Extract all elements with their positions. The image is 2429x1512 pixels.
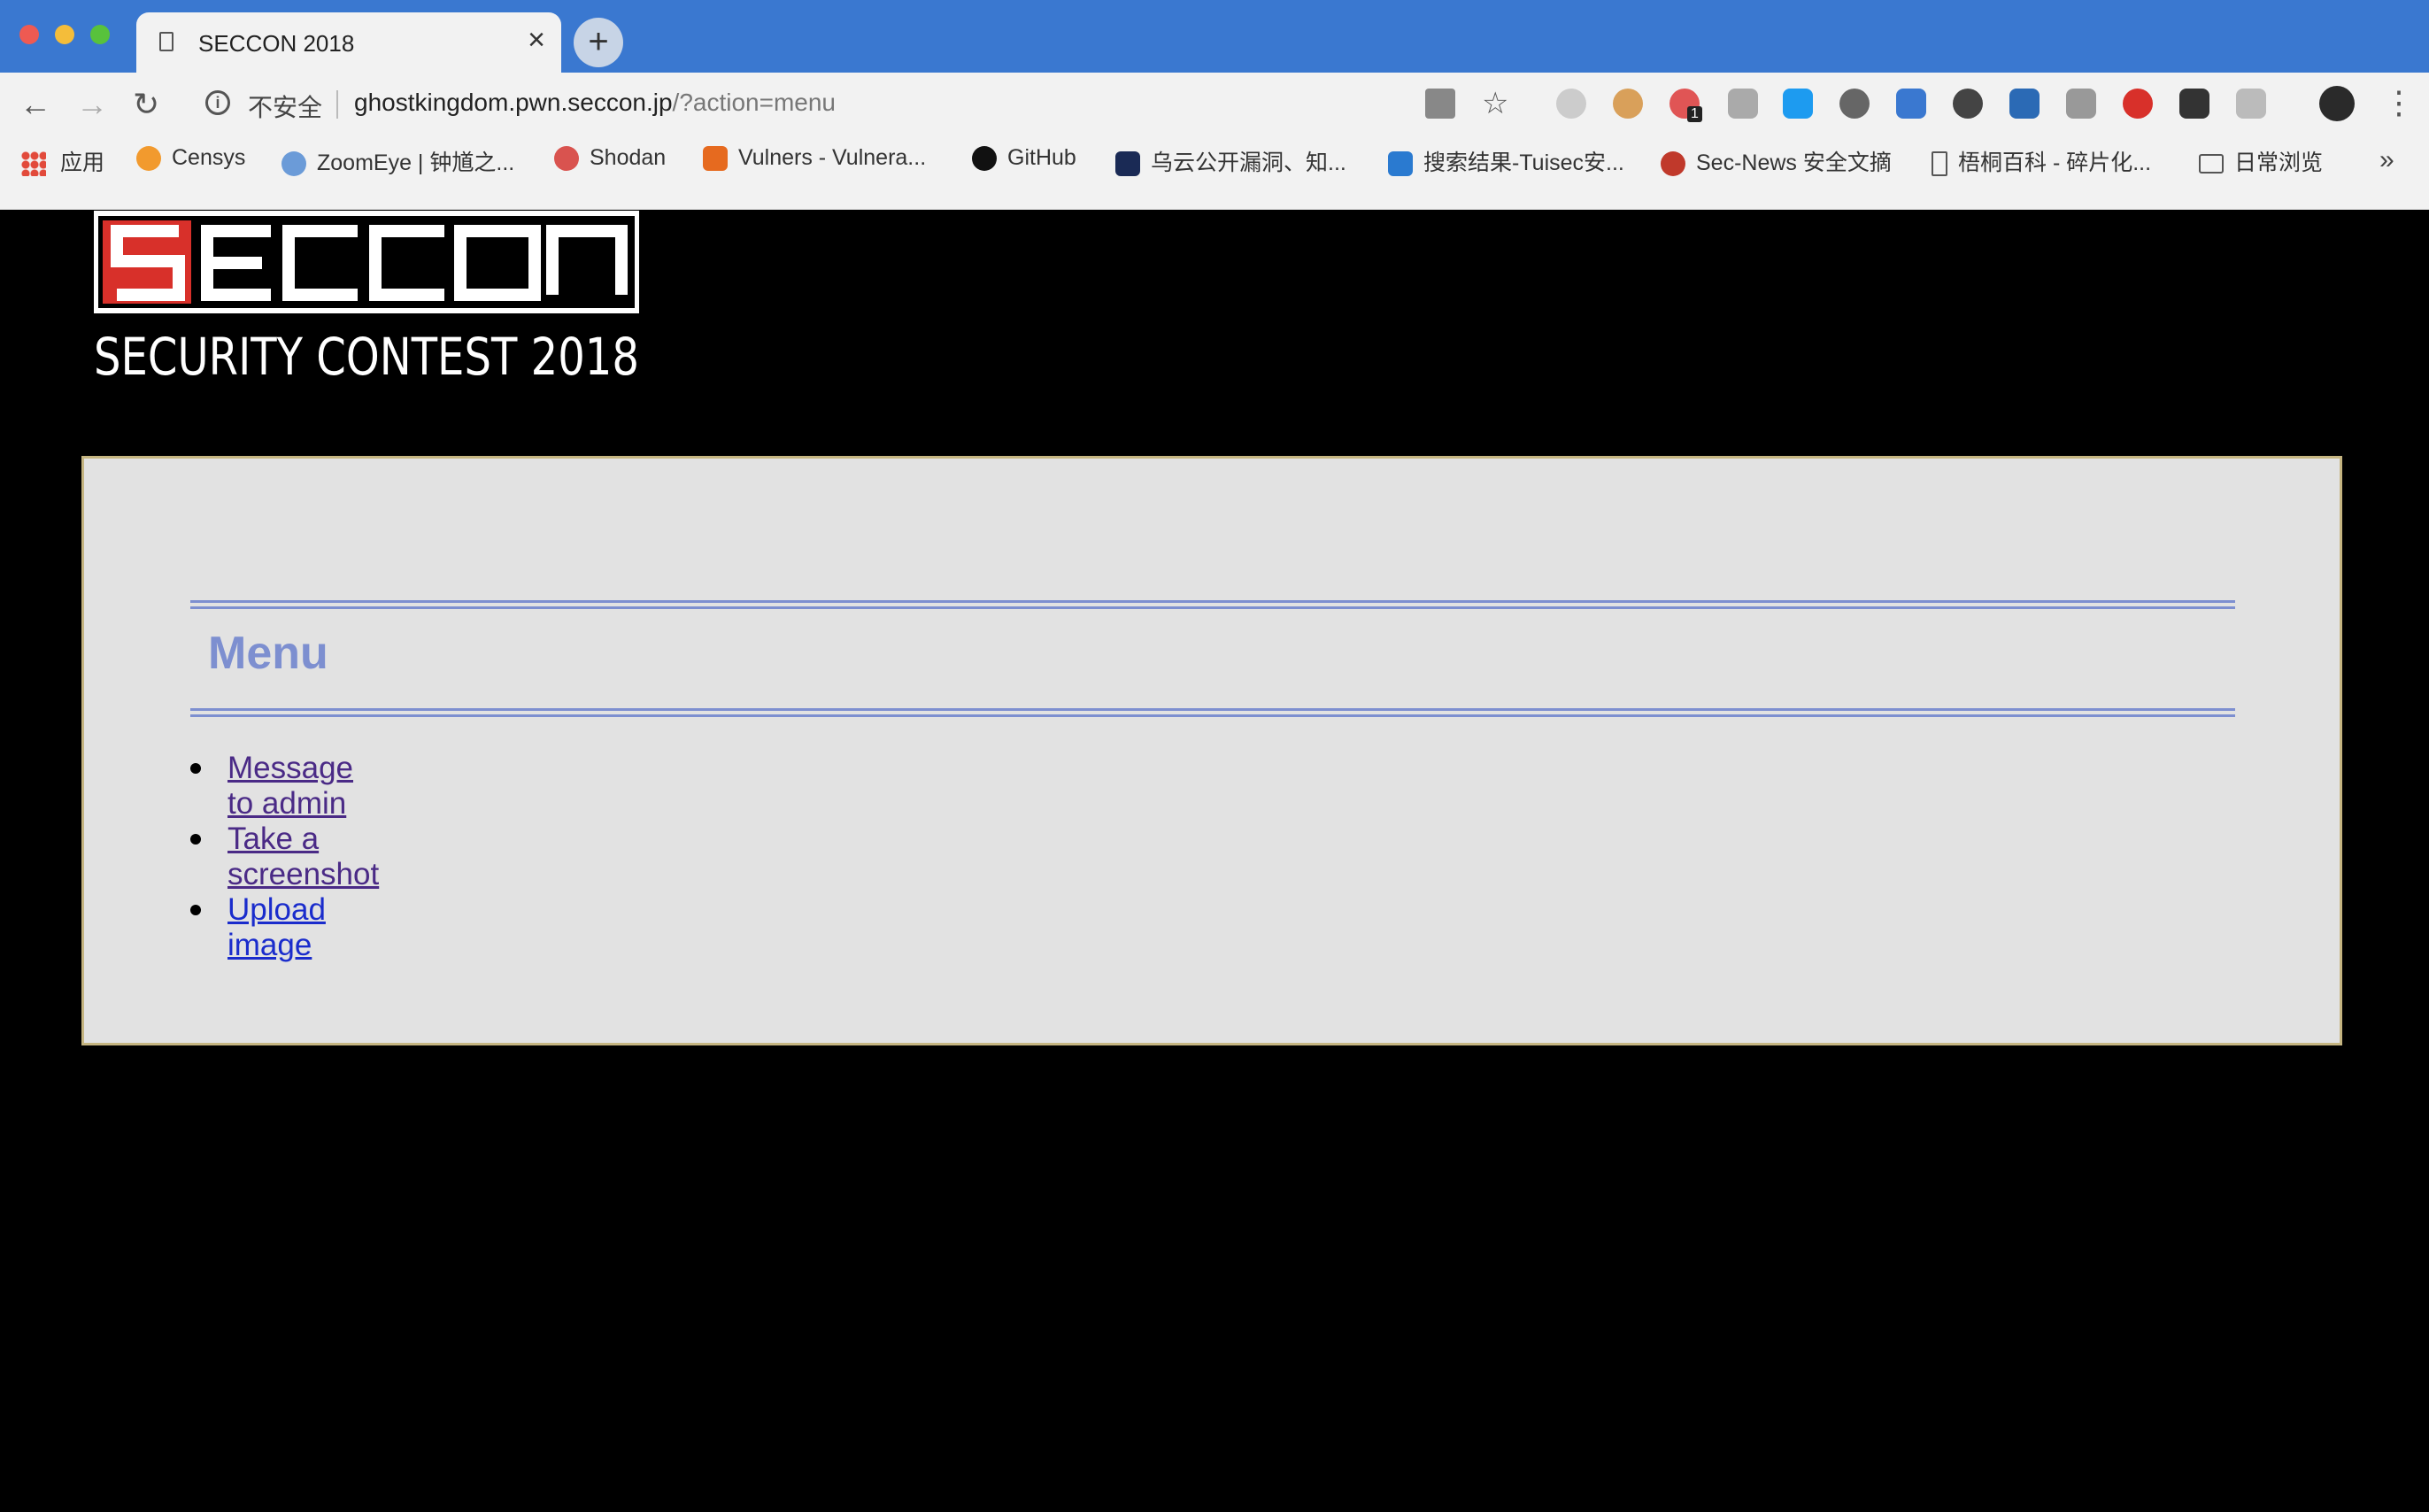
lambda-extension-icon[interactable] [2009, 89, 2040, 119]
bookmark-wooyun[interactable]: 乌云公开漏洞、知... [1115, 145, 1346, 177]
shodan-icon [554, 146, 579, 172]
back-button[interactable]: ← [19, 89, 51, 120]
info-icon[interactable]: i [205, 90, 230, 115]
bookmark-label: 应用 [60, 150, 105, 175]
maximize-window-button[interactable] [90, 25, 110, 44]
bookmark-secnews[interactable]: Sec-News 安全文摘 [1661, 145, 1892, 177]
cat-extension-icon[interactable] [1839, 89, 1870, 119]
tuisec-icon [1388, 151, 1413, 177]
translate-icon[interactable] [1425, 89, 1455, 119]
bookmark-github[interactable]: GitHub [972, 145, 1076, 172]
seccon-logo: SECURITY CONTEST 2018 [94, 211, 639, 387]
wooyun-icon [1115, 151, 1140, 177]
bookmark-wutong[interactable]: 梧桐百科 - 碎片化... [1932, 145, 2151, 177]
browser-title-bar: SECCON 2018 × + [0, 0, 2429, 73]
browser-toolbar: ← → ↻ i 不安全 ghostkingdom.pwn.seccon.jp/?… [0, 73, 2429, 210]
twitter-extension-icon[interactable] [1783, 89, 1813, 119]
hat-extension-icon[interactable] [1896, 89, 1926, 119]
address-separator [336, 90, 338, 119]
cookie-extension-icon[interactable] [1613, 89, 1643, 119]
url-host: ghostkingdom.pwn.seccon.jp [354, 89, 673, 116]
heading-top-rule [190, 600, 2235, 609]
avatar[interactable] [2319, 86, 2355, 121]
heading-bottom-rule [190, 708, 2235, 717]
bookmark-star-icon[interactable]: ☆ [1482, 89, 1508, 119]
address-bar[interactable]: ghostkingdom.pwn.seccon.jp/?action=menu [354, 89, 836, 117]
bookmark-label: 搜索结果-Tuisec安... [1423, 150, 1624, 175]
menu-panel: Menu Message to admin Take a screenshot … [81, 456, 2342, 1045]
bookmark-vulners[interactable]: Vulners - Vulnera... [703, 145, 927, 172]
bookmark-label: Sec-News 安全文摘 [1696, 150, 1892, 175]
extension-badge: 1 [1687, 106, 1702, 122]
vulners-icon [703, 146, 728, 172]
page-icon [1932, 151, 1947, 177]
bookmark-zoomeye[interactable]: ZoomEye | 钟馗之... [281, 145, 514, 177]
page-icon [159, 32, 174, 51]
tab-close-icon[interactable]: × [528, 25, 545, 55]
bullet-icon [190, 834, 201, 845]
bookmark-censys[interactable]: Censys [136, 145, 246, 172]
censys-icon [136, 146, 161, 172]
browser-tab[interactable]: SECCON 2018 × [136, 12, 561, 73]
bookmark-folder-daily[interactable]: 日常浏览 [2199, 145, 2323, 177]
bookmark-label: GitHub [1007, 145, 1076, 170]
bookmark-apps[interactable]: 应用 [21, 145, 104, 177]
adblock-extension-icon[interactable] [2123, 89, 2153, 119]
vue-extension-icon[interactable] [1728, 89, 1758, 119]
message-to-admin-link[interactable]: Message to admin [227, 751, 353, 822]
spheres-extension-icon[interactable] [1953, 89, 1983, 119]
security-label[interactable]: 不安全 [248, 89, 322, 124]
globe-extension-icon[interactable] [1556, 89, 1586, 119]
bookmark-label: Shodan [590, 145, 667, 170]
bullet-icon [190, 763, 201, 774]
upload-image-link[interactable]: Upload image [227, 892, 326, 963]
new-tab-button[interactable]: + [574, 18, 623, 67]
bullet-icon [190, 905, 201, 915]
bookmark-label: ZoomEye | 钟馗之... [317, 150, 515, 175]
page-content: SECURITY CONTEST 2018 Menu Message to ad… [0, 210, 2429, 1512]
reload-button[interactable]: ↻ [133, 89, 159, 120]
zoomeye-icon [281, 151, 306, 177]
bookmark-label: Vulners - Vulnera... [738, 145, 927, 170]
apps-icon [21, 151, 46, 177]
bookmark-label: 日常浏览 [2234, 150, 2324, 175]
folder-icon [2199, 154, 2224, 174]
github-icon [972, 146, 997, 172]
url-query: /?action=menu [672, 89, 837, 116]
take-screenshot-link[interactable]: Take a screenshot [227, 822, 379, 892]
jb-extension-icon[interactable] [2066, 89, 2096, 119]
browser-menu-button[interactable]: ⋮ [2383, 87, 2415, 119]
forward-button[interactable]: → [76, 89, 108, 120]
tab-title: SECCON 2018 [198, 30, 355, 57]
secnews-icon [1661, 151, 1685, 177]
bookmark-label: 梧桐百科 - 碎片化... [1958, 150, 2152, 175]
mask-extension-icon[interactable] [2179, 89, 2209, 119]
minimize-window-button[interactable] [55, 25, 74, 44]
bookmark-label: Censys [172, 145, 246, 170]
doc-extension-icon[interactable] [2236, 89, 2266, 119]
close-window-button[interactable] [19, 25, 39, 44]
bookmark-tuisec[interactable]: 搜索结果-Tuisec安... [1388, 145, 1624, 177]
bookmark-shodan[interactable]: Shodan [554, 145, 667, 172]
page-title: Menu [208, 628, 328, 679]
bookmark-label: 乌云公开漏洞、知... [1151, 150, 1346, 175]
logo-subtitle: SECURITY CONTEST 2018 [94, 327, 639, 387]
bookmarks-overflow-button[interactable]: » [2379, 145, 2394, 175]
